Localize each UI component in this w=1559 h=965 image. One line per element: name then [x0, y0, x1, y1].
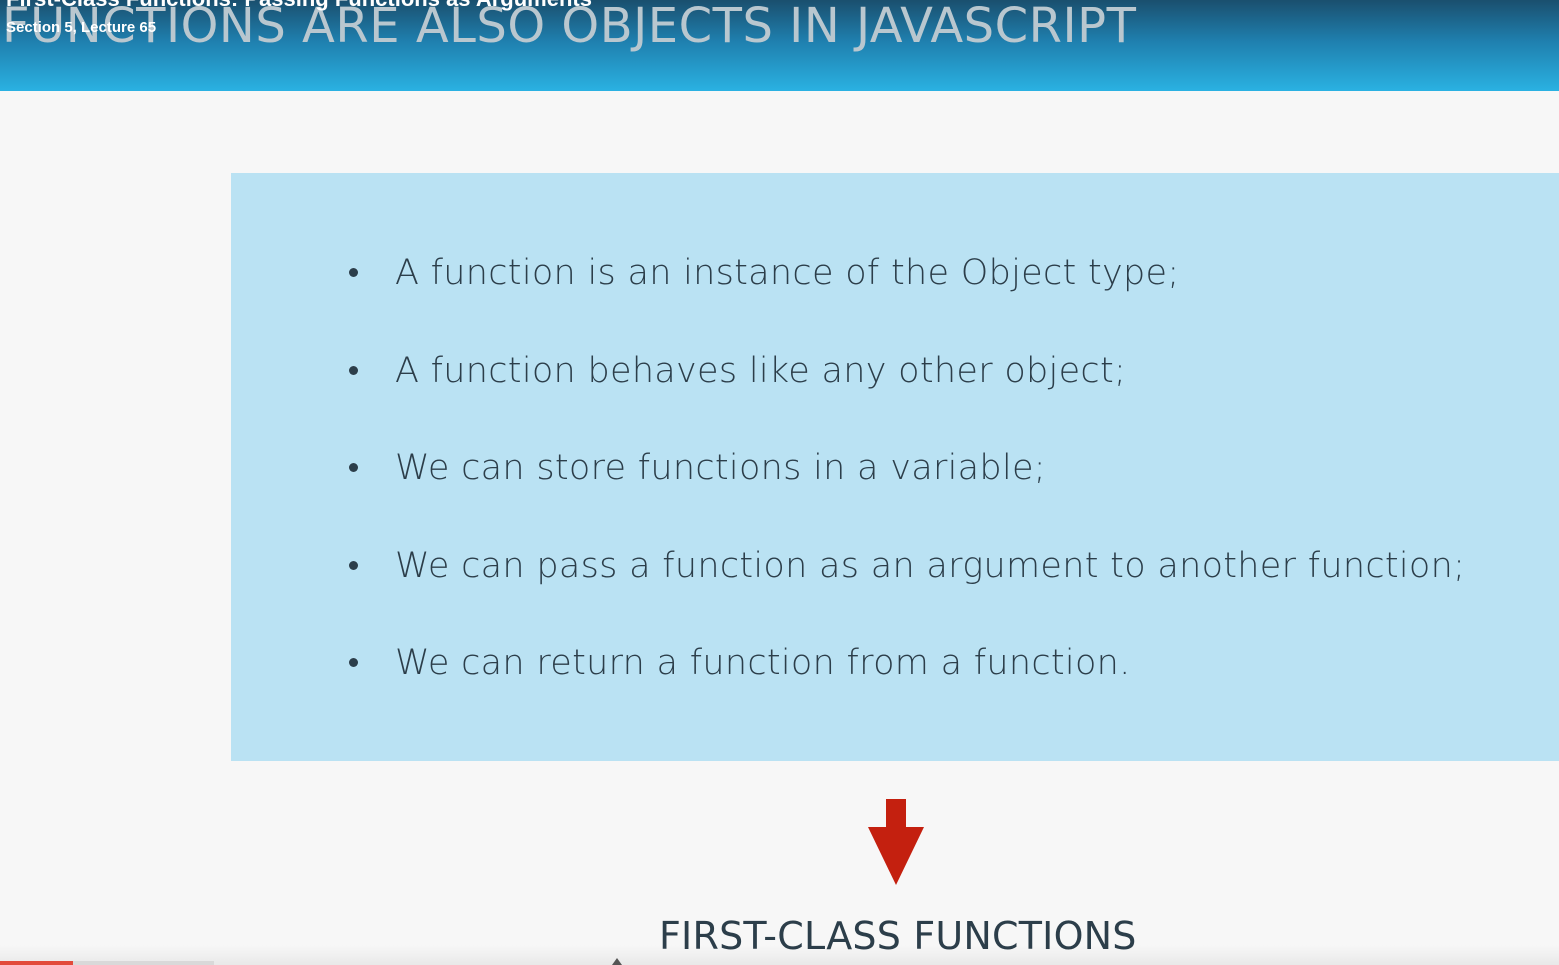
arrow-down-shape: [868, 799, 924, 885]
scrub-marker-icon[interactable]: [612, 958, 622, 965]
slide-header: FUNCTIONS ARE ALSO OBJECTS IN JAVASCRIPT…: [0, 0, 1559, 91]
video-title[interactable]: First-Class Functions: Passing Functions…: [6, 0, 592, 12]
video-progress-fill: [0, 961, 73, 965]
bullet-text: We can store functions in a variable;: [395, 448, 1046, 488]
arrow-down-icon: [868, 799, 924, 885]
video-progress-bar[interactable]: [0, 961, 214, 965]
bullet-dot-icon: [349, 560, 358, 570]
bullet-dot-icon: [349, 268, 358, 277]
bullet-dot-icon: [349, 658, 358, 667]
section-lecture-label: Section 5, Lecture 65: [6, 19, 157, 36]
bullet-text: We can return a function from a function…: [395, 643, 1131, 683]
bullet-text: We can pass a function as an argument to…: [395, 545, 1466, 586]
bullet-text: A function is an instance of the Object …: [395, 253, 1180, 293]
bullet-text: A function behaves like any other object…: [395, 350, 1127, 391]
bullet-dot-icon: [349, 463, 358, 472]
bullet-dot-icon: [349, 365, 358, 375]
content-box: A function is an instance of the Object …: [231, 173, 1559, 761]
section-heading: FIRST-CLASS FUNCTIONS: [659, 914, 1137, 958]
